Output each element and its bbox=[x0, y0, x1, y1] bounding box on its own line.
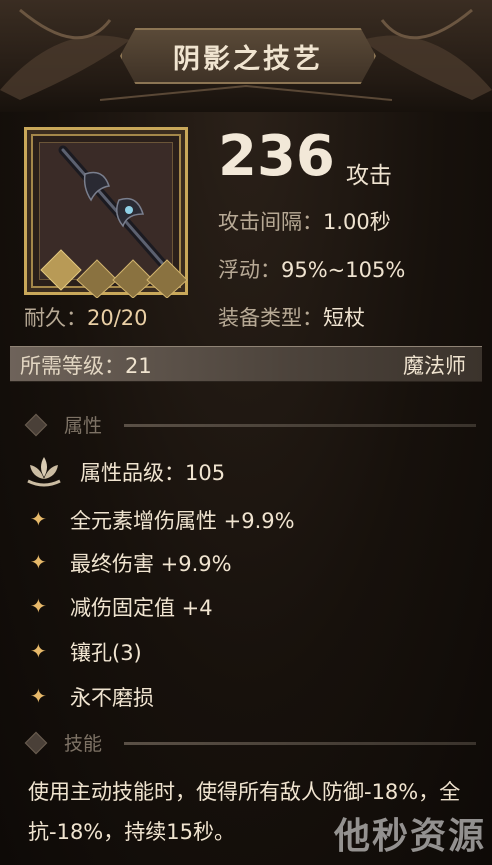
attribute-text: 全元素增伤属性 +9.9% bbox=[70, 509, 295, 533]
diamond-icon bbox=[24, 731, 48, 755]
attribute-text: 最终伤害 +9.9% bbox=[70, 552, 232, 576]
watermark-logo: 他秒资源 bbox=[333, 816, 486, 857]
sparkle-icon: ✦ bbox=[30, 639, 47, 663]
stat-attack-interval: 攻击间隔：1.00秒 bbox=[218, 206, 391, 236]
stat-variance: 浮动：95%~105% bbox=[218, 254, 405, 284]
attribute-item: ✦ 永不磨损 bbox=[30, 680, 470, 712]
required-level-value: 21 bbox=[125, 354, 152, 378]
section-divider bbox=[124, 742, 476, 745]
attack-value: 236 bbox=[218, 124, 335, 189]
stat-label: 攻击间隔： bbox=[218, 210, 323, 234]
tooltip-header: 阴影之技艺 bbox=[0, 0, 492, 112]
sparkle-icon: ✦ bbox=[30, 684, 47, 708]
section-divider bbox=[124, 424, 476, 427]
stat-equipment-type: 装备类型：短杖 bbox=[218, 302, 365, 332]
item-icon-frame bbox=[24, 127, 188, 298]
stat-value: 1.00秒 bbox=[323, 210, 391, 234]
durability: 耐久：20/20 bbox=[24, 302, 148, 332]
attack-unit: 攻击 bbox=[346, 163, 392, 189]
title-plate: 阴影之技艺 bbox=[120, 28, 376, 84]
skill-section-header: 技能 bbox=[24, 728, 476, 758]
attributes-section-header: 属性 bbox=[24, 410, 476, 440]
attribute-item: ✦ 最终伤害 +9.9% bbox=[30, 546, 470, 578]
stat-value: 95%~105% bbox=[281, 258, 406, 282]
sparkle-icon: ✦ bbox=[30, 507, 47, 531]
stat-label: 装备类型： bbox=[218, 306, 323, 330]
requirement-bar: 所需等级：21 魔法师 bbox=[10, 346, 482, 382]
stat-value: 短杖 bbox=[323, 306, 365, 330]
sparkle-icon: ✦ bbox=[30, 550, 47, 574]
durability-max: /20 bbox=[113, 306, 148, 330]
attribute-text: 镶孔(3) bbox=[70, 641, 142, 665]
sparkle-icon: ✦ bbox=[30, 594, 47, 618]
stat-label: 浮动： bbox=[218, 258, 281, 282]
grade-value: 105 bbox=[185, 461, 226, 485]
diamond-icon bbox=[24, 413, 48, 437]
attribute-item: ✦ 减伤固定值 +4 bbox=[30, 590, 470, 622]
skill-heading: 技能 bbox=[64, 733, 103, 755]
durability-label: 耐久： bbox=[24, 306, 87, 330]
attribute-text: 永不磨损 bbox=[70, 686, 154, 710]
durability-current: 20 bbox=[87, 306, 114, 330]
lotus-icon bbox=[27, 457, 61, 487]
attribute-text: 减伤固定值 +4 bbox=[70, 596, 213, 620]
required-level-label: 所需等级： bbox=[20, 354, 125, 378]
attributes-heading: 属性 bbox=[64, 415, 103, 437]
attribute-item: ✦ 镶孔(3) bbox=[30, 635, 470, 667]
item-tooltip-panel: 阴影之技艺 236 攻击 攻击间隔：1.00秒 浮动：95%~105% 装备类型… bbox=[0, 0, 492, 865]
required-level: 所需等级：21 bbox=[20, 350, 152, 380]
required-class: 魔法师 bbox=[403, 354, 466, 378]
grade-text: 属性品级：105 bbox=[80, 457, 225, 487]
item-title: 阴影之技艺 bbox=[173, 43, 323, 75]
grade-label: 属性品级： bbox=[80, 461, 185, 485]
attribute-item: ✦ 全元素增伤属性 +9.9% bbox=[30, 503, 470, 535]
dark-staff-icon bbox=[40, 145, 188, 298]
